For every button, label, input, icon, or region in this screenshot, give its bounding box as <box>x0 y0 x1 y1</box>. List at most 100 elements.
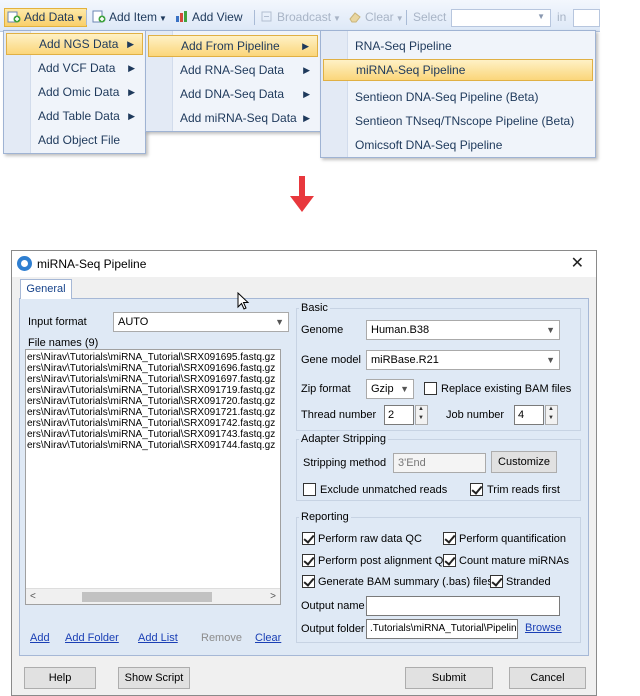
chevron-down-icon: ▼ <box>275 317 284 327</box>
chevron-right-icon: ▶ <box>302 41 309 51</box>
cancel-button[interactable]: Cancel <box>509 667 586 689</box>
gene-model-label: Gene model <box>301 354 361 366</box>
post-alignment-qc-checkbox[interactable] <box>302 554 315 567</box>
list-item[interactable]: ers\Nirav\Tutorials\miRNA_Tutorial\SRX09… <box>26 418 280 429</box>
count-mature-label: Count mature miRNAs <box>459 555 570 567</box>
list-item[interactable]: ers\Nirav\Tutorials\miRNA_Tutorial\SRX09… <box>26 385 280 396</box>
thread-number-label: Thread number <box>301 409 377 421</box>
add-item-button[interactable]: Add Item ▼ <box>92 9 167 26</box>
quantification-label: Perform quantification <box>459 533 566 545</box>
add-view-button[interactable]: Add View <box>175 9 242 26</box>
chevron-down-icon: ▼ <box>537 12 545 21</box>
input-format-label: Input format <box>28 316 87 328</box>
add-item-icon <box>92 10 106 23</box>
menu-item-add-rna-seq-data[interactable]: Add RNA-Seq Data ▶ <box>148 59 318 81</box>
replace-bam-checkbox[interactable] <box>424 382 437 395</box>
exclude-unmatched-checkbox[interactable] <box>303 483 316 496</box>
stranded-label: Stranded <box>506 576 551 588</box>
menu-item-add-omic-data[interactable]: Add Omic Data ▶ <box>6 81 143 103</box>
ribbon-toolbar: Add Data ▼ Add Item ▼ Add View Broadcast ▼ … <box>0 0 600 32</box>
add-from-pipeline-submenu: RNA-Seq Pipeline miRNA-Seq Pipeline Sent… <box>320 30 596 158</box>
customize-button[interactable]: Customize <box>491 451 557 473</box>
toolbar-divider <box>406 10 407 25</box>
menu-item-sentieon-dna-seq-pipeline[interactable]: Sentieon DNA-Seq Pipeline (Beta) <box>323 86 593 108</box>
menu-item-add-from-pipeline[interactable]: Add From Pipeline ▶ <box>148 35 318 57</box>
thread-number-spinner[interactable] <box>415 405 428 425</box>
menu-item-add-vcf-data[interactable]: Add VCF Data ▶ <box>6 57 143 79</box>
file-names-label: File names (9) <box>28 337 99 349</box>
trim-reads-first-checkbox[interactable] <box>470 483 483 496</box>
job-number-input[interactable]: 4 <box>514 405 544 425</box>
menu-item-add-object-file[interactable]: Add Object File <box>6 129 143 151</box>
mouse-cursor-icon <box>237 292 250 310</box>
zip-format-select[interactable]: Gzip ▼ <box>366 379 414 399</box>
scroll-right-icon[interactable]: > <box>270 589 276 604</box>
menu-item-mirna-seq-pipeline[interactable]: miRNA-Seq Pipeline <box>323 59 593 81</box>
list-item[interactable]: ers\Nirav\Tutorials\miRNA_Tutorial\SRX09… <box>26 396 280 407</box>
menu-item-add-ngs-data[interactable]: Add NGS Data ▶ <box>6 33 143 55</box>
menu-item-add-dna-seq-data[interactable]: Add DNA-Seq Data ▶ <box>148 83 318 105</box>
list-item[interactable]: ers\Nirav\Tutorials\miRNA_Tutorial\SRX09… <box>26 440 280 451</box>
in-dropdown[interactable] <box>573 9 600 27</box>
scrollbar-thumb[interactable] <box>82 592 212 602</box>
menu-item-add-table-data[interactable]: Add Table Data ▶ <box>6 105 143 127</box>
replace-bam-label: Replace existing BAM files <box>441 383 572 395</box>
general-tab-panel: Input format AUTO ▼ File names (9) ers\Ni… <box>19 298 589 656</box>
basic-group-title: Basic <box>299 302 330 314</box>
in-label: in <box>557 10 567 24</box>
bam-summary-checkbox[interactable] <box>302 575 315 588</box>
job-number-spinner[interactable] <box>545 405 558 425</box>
app-logo-icon <box>17 256 32 271</box>
broadcast-button[interactable]: Broadcast ▼ <box>260 9 341 26</box>
add-view-icon <box>175 10 189 23</box>
menu-item-add-mirna-seq-data[interactable]: Add miRNA-Seq Data ▶ <box>148 107 318 129</box>
submit-button[interactable]: Submit <box>405 667 493 689</box>
menu-item-sentieon-tnseq-pipeline[interactable]: Sentieon TNseq/TNscope Pipeline (Beta) <box>323 110 593 132</box>
chevron-down-icon: ▼ <box>546 355 555 365</box>
help-button[interactable]: Help <box>24 667 96 689</box>
browse-link[interactable]: Browse <box>525 622 562 634</box>
add-data-icon <box>7 10 21 23</box>
output-folder-input[interactable]: .Tutorials\miRNA_Tutorial\Pipeline <box>366 619 518 639</box>
close-icon[interactable]: ✕ <box>571 253 584 273</box>
down-arrow-icon-head <box>290 196 314 212</box>
trim-reads-first-label: Trim reads first <box>487 484 560 496</box>
reporting-title: Reporting <box>299 511 351 523</box>
select-dropdown[interactable]: ▼ <box>451 9 551 27</box>
list-item[interactable]: ers\Nirav\Tutorials\miRNA_Tutorial\SRX09… <box>26 374 280 385</box>
remove-link[interactable]: Remove <box>201 632 242 644</box>
raw-qc-checkbox[interactable] <box>302 532 315 545</box>
add-data-button[interactable]: Add Data ▼ <box>4 8 87 27</box>
select-label: Select <box>413 10 447 24</box>
clear-link[interactable]: Clear <box>255 632 281 644</box>
count-mature-checkbox[interactable] <box>443 554 456 567</box>
chevron-right-icon: ▶ <box>303 113 310 123</box>
scroll-left-icon[interactable]: < <box>30 589 36 604</box>
output-name-label: Output name <box>301 600 365 612</box>
input-format-select[interactable]: AUTO ▼ <box>113 312 289 332</box>
list-item[interactable]: ers\Nirav\Tutorials\miRNA_Tutorial\SRX09… <box>26 407 280 418</box>
toolbar-divider <box>254 10 255 25</box>
genome-select[interactable]: Human.B38 ▼ <box>366 320 560 340</box>
chevron-down-icon: ▼ <box>333 14 341 23</box>
menu-item-omicsoft-dna-seq-pipeline[interactable]: Omicsoft DNA-Seq Pipeline <box>323 134 593 156</box>
list-item[interactable]: ers\Nirav\Tutorials\miRNA_Tutorial\SRX09… <box>26 429 280 440</box>
file-names-list[interactable]: ers\Nirav\Tutorials\miRNA_Tutorial\SRX09… <box>25 349 281 605</box>
output-name-input[interactable] <box>366 596 560 616</box>
horizontal-scrollbar[interactable]: < > <box>26 588 280 604</box>
show-script-button[interactable]: Show Script <box>118 667 190 689</box>
tab-general[interactable]: General <box>20 279 72 299</box>
list-item[interactable]: ers\Nirav\Tutorials\miRNA_Tutorial\SRX09… <box>26 352 280 363</box>
clear-button[interactable]: Clear ▼ <box>348 9 404 26</box>
add-list-link[interactable]: Add List <box>138 632 178 644</box>
gene-model-select[interactable]: miRBase.R21 ▼ <box>366 350 560 370</box>
dialog-titlebar: miRNA-Seq Pipeline ✕ <box>12 251 596 277</box>
add-folder-link[interactable]: Add Folder <box>65 632 119 644</box>
stranded-checkbox[interactable] <box>490 575 503 588</box>
thread-number-input[interactable]: 2 <box>384 405 414 425</box>
quantification-checkbox[interactable] <box>443 532 456 545</box>
dialog-title: miRNA-Seq Pipeline <box>37 257 147 271</box>
list-item[interactable]: ers\Nirav\Tutorials\miRNA_Tutorial\SRX09… <box>26 363 280 374</box>
menu-item-rna-seq-pipeline[interactable]: RNA-Seq Pipeline <box>323 35 593 57</box>
add-link[interactable]: Add <box>30 632 50 644</box>
